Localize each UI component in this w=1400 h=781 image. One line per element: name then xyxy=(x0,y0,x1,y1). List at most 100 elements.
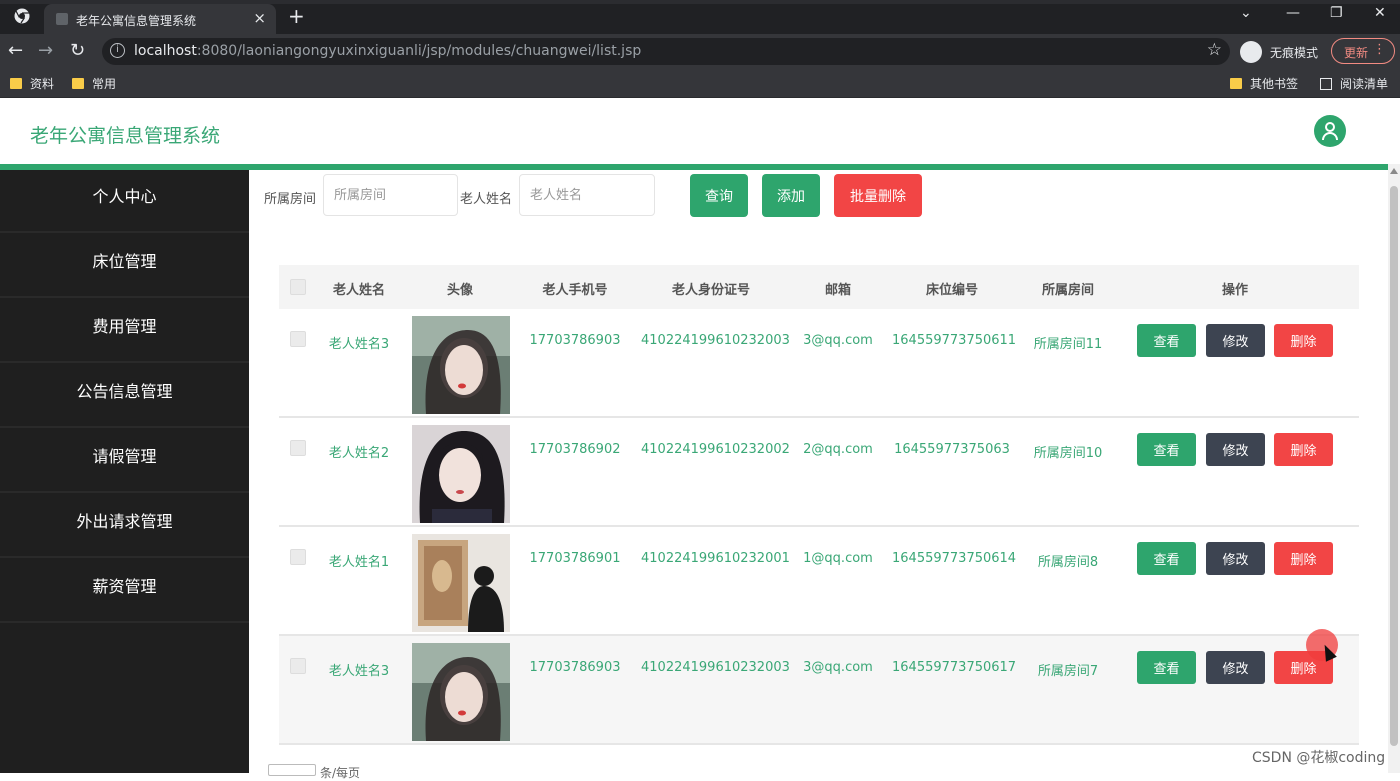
page-size-select[interactable] xyxy=(268,764,316,776)
delete-button[interactable]: 删除 xyxy=(1274,433,1333,466)
view-button[interactable]: 查看 xyxy=(1137,651,1196,684)
query-button[interactable]: 查询 xyxy=(690,174,748,217)
edit-button[interactable]: 修改 xyxy=(1206,433,1265,466)
app-header: 老年公寓信息管理系统 xyxy=(0,99,1388,164)
incognito-icon[interactable] xyxy=(1240,41,1262,63)
batch-delete-button[interactable]: 批量删除 xyxy=(834,174,922,217)
forward-icon[interactable]: → xyxy=(38,40,53,61)
url-text[interactable]: localhost:8080/laoniangongyuxinxiguanli/… xyxy=(134,43,641,59)
cell-room: 所属房间7 xyxy=(1037,664,1099,679)
select-all-checkbox[interactable] xyxy=(290,279,306,295)
cell-email: 3@qq.com xyxy=(803,660,873,675)
add-button[interactable]: 添加 xyxy=(762,174,820,217)
cell-name: 老人姓名1 xyxy=(328,555,390,570)
bookmark-star-icon[interactable]: ☆ xyxy=(1207,40,1222,60)
header-bed-no: 床位编号 xyxy=(925,283,978,298)
sidebar: 个人中心 床位管理 费用管理 公告信息管理 请假管理 外出请求管理 薪资管理 xyxy=(0,170,249,773)
user-avatar-icon[interactable] xyxy=(1314,115,1346,147)
new-tab-button[interactable]: + xyxy=(288,4,305,28)
tab-title: 老年公寓信息管理系统 xyxy=(76,14,197,28)
app-title: 老年公寓信息管理系统 xyxy=(30,125,221,147)
browser-logo-icon[interactable] xyxy=(14,8,30,24)
cell-bed-no: 164559773750611 xyxy=(892,333,1017,348)
delete-button[interactable]: 删除 xyxy=(1274,324,1333,357)
row-checkbox[interactable] xyxy=(290,440,306,456)
close-window-icon[interactable]: ✕ xyxy=(1374,5,1386,21)
row-checkbox[interactable] xyxy=(290,331,306,347)
bookmark-folder-changyong[interactable]: 常用 xyxy=(72,75,116,92)
cell-id-card: 410224199610232003 xyxy=(641,660,790,675)
avatar-photo xyxy=(412,316,510,414)
browser-toolbar: ← → ↻ i localhost:8080/laoniangongyuxinx… xyxy=(0,34,1400,68)
tab-search-icon[interactable]: ⌄ xyxy=(1240,5,1252,21)
cell-id-card: 410224199610232001 xyxy=(641,551,790,566)
sidebar-item-outing-management[interactable]: 外出请求管理 xyxy=(0,495,249,558)
cell-phone: 17703786903 xyxy=(529,660,621,675)
maximize-icon[interactable]: ❐ xyxy=(1330,5,1343,21)
table-row: 老人姓名1 17703786901 410224199610232001 1@q… xyxy=(279,527,1359,636)
reading-list[interactable]: 阅读清单 xyxy=(1320,75,1388,92)
sidebar-item-salary-management[interactable]: 薪资管理 xyxy=(0,560,249,623)
cell-name: 老人姓名3 xyxy=(328,664,390,679)
header-email: 邮箱 xyxy=(824,283,851,298)
sidebar-item-personal-center[interactable]: 个人中心 xyxy=(0,170,249,233)
header-id-card: 老人身份证号 xyxy=(671,283,750,298)
name-search-input[interactable] xyxy=(519,174,655,216)
sidebar-item-fee-management[interactable]: 费用管理 xyxy=(0,300,249,363)
back-icon[interactable]: ← xyxy=(8,40,23,61)
name-label: 老人姓名 xyxy=(460,192,513,207)
avatar-photo xyxy=(412,534,510,632)
cell-phone: 17703786901 xyxy=(529,551,621,566)
folder-icon xyxy=(72,78,84,89)
folder-icon xyxy=(1230,78,1242,89)
cell-bed-no: 164559773750614 xyxy=(892,551,1017,566)
reload-icon[interactable]: ↻ xyxy=(70,40,85,61)
more-menu-icon: ⋮ xyxy=(1373,42,1386,57)
avatar-photo xyxy=(412,643,510,741)
browser-tab-active[interactable]: 老年公寓信息管理系统 × xyxy=(44,4,276,34)
cell-phone: 17703786903 xyxy=(529,333,621,348)
cell-room: 所属房间8 xyxy=(1037,555,1099,570)
table-header: 老人姓名 头像 老人手机号 老人身份证号 邮箱 床位编号 所属房间 操作 xyxy=(279,265,1359,309)
folder-icon xyxy=(10,78,22,89)
sidebar-item-bed-management[interactable]: 床位管理 xyxy=(0,235,249,298)
update-button[interactable]: 更新 ⋮ xyxy=(1331,38,1395,64)
scroll-up-icon xyxy=(1390,168,1398,174)
cell-email: 2@qq.com xyxy=(803,442,873,457)
cell-bed-no: 16455977375063 xyxy=(894,442,1010,457)
view-button[interactable]: 查看 xyxy=(1137,542,1196,575)
view-button[interactable]: 查看 xyxy=(1137,324,1196,357)
bookmarks-bar: 资料 常用 其他书签 阅读清单 xyxy=(0,68,1400,98)
bookmark-folder-other[interactable]: 其他书签 xyxy=(1230,75,1298,92)
table-row: 老人姓名2 17703786902 410224199610232002 2@q… xyxy=(279,418,1359,527)
cell-email: 3@qq.com xyxy=(803,333,873,348)
edit-button[interactable]: 修改 xyxy=(1206,324,1265,357)
edit-button[interactable]: 修改 xyxy=(1206,542,1265,575)
row-checkbox[interactable] xyxy=(290,549,306,565)
minimize-icon[interactable]: — xyxy=(1286,5,1300,21)
page-favicon-icon xyxy=(56,13,68,25)
edit-button[interactable]: 修改 xyxy=(1206,651,1265,684)
avatar-photo xyxy=(412,425,510,523)
header-phone: 老人手机号 xyxy=(542,283,608,298)
watermark: CSDN @花椒coding xyxy=(1252,750,1386,766)
page-scrollbar[interactable] xyxy=(1388,164,1400,773)
cell-name: 老人姓名3 xyxy=(328,337,390,352)
bookmark-folder-ziliao[interactable]: 资料 xyxy=(10,75,54,92)
delete-button[interactable]: 删除 xyxy=(1274,542,1333,575)
cell-room: 所属房间11 xyxy=(1033,337,1103,352)
row-checkbox[interactable] xyxy=(290,658,306,674)
address-bar[interactable]: i localhost:8080/laoniangongyuxinxiguanl… xyxy=(102,38,1230,65)
close-tab-icon[interactable]: × xyxy=(253,9,266,27)
cell-room: 所属房间10 xyxy=(1033,446,1103,461)
header-actions: 操作 xyxy=(1221,283,1248,298)
cell-bed-no: 164559773750617 xyxy=(892,660,1017,675)
reading-list-icon xyxy=(1320,78,1332,90)
view-button[interactable]: 查看 xyxy=(1137,433,1196,466)
cell-id-card: 410224199610232003 xyxy=(641,333,790,348)
browser-tab-bar: 老年公寓信息管理系统 × + ⌄ — ❐ ✕ xyxy=(0,0,1400,34)
site-info-icon[interactable]: i xyxy=(110,43,125,58)
sidebar-item-leave-management[interactable]: 请假管理 xyxy=(0,430,249,493)
sidebar-item-notice-management[interactable]: 公告信息管理 xyxy=(0,365,249,428)
room-search-input[interactable] xyxy=(323,174,458,216)
